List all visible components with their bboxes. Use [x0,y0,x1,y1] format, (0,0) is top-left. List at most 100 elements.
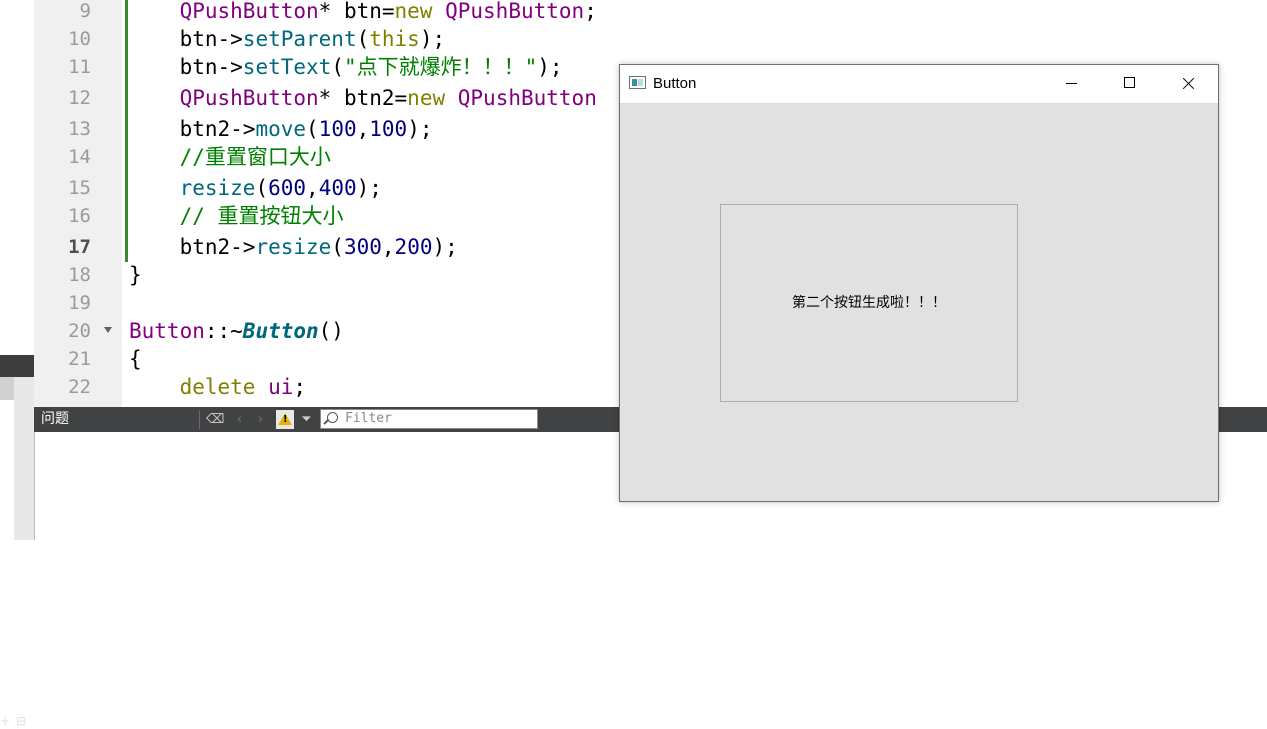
left-panel-toolbar: + ⊟ [0,355,34,728]
code-token: , [381,235,395,259]
code-token: resize [255,235,332,259]
line-number: 11 [68,56,91,78]
code-token: new [394,0,433,23]
line-number: 17 [68,236,91,258]
warning-filter-button[interactable]: ! [276,410,294,429]
maximize-button[interactable] [1101,65,1159,103]
second-push-button[interactable]: 第二个按钮生成啦！！！ [720,204,1018,402]
issues-title: 问题 [41,411,69,427]
line-number: 18 [68,264,91,286]
filter-input[interactable]: Filter [320,409,538,429]
filter-funnel-icon[interactable]: ⏷ [298,411,315,428]
code-token: ui [268,375,294,399]
code-token: () [318,319,344,343]
code-token: Button [242,319,319,343]
code-text: delete ui; [129,373,306,401]
minimize-button[interactable] [1043,65,1101,103]
left-panel-divider [0,377,14,400]
code-token: delete [179,375,256,399]
window-titlebar[interactable]: Button [620,65,1218,104]
line-number: 10 [68,28,91,50]
clean-icon[interactable]: ⌫ [206,411,224,428]
code-token: new [407,86,446,110]
code-token: ::~ [204,319,243,343]
code-token: "点下就爆炸！！！" [343,55,538,79]
fold-arrow-icon[interactable] [104,327,112,333]
code-token: ); [432,235,458,259]
code-line[interactable]: 9 QPushButton* btn=new QPushButton; [34,0,1267,25]
code-token: ); [407,117,433,141]
code-token: btn-> [129,55,243,79]
code-text: Button::~Button() [129,317,344,345]
code-token: 300 [343,235,382,259]
code-token: btn2-> [129,117,256,141]
code-token: ( [331,55,344,79]
code-token: ( [306,117,319,141]
code-text: } [129,261,142,289]
code-token: ( [356,27,370,51]
button-label: 第二个按钮生成啦！！！ [792,295,946,311]
code-text: btn->setText("点下就爆炸！！！"); [129,53,563,81]
line-number: 16 [68,205,91,227]
left-panel-lower [14,377,34,540]
code-token: 100 [369,117,408,141]
line-number: 21 [68,348,91,370]
code-token: // 重置按钮大小 [179,204,344,228]
collapse-icon[interactable]: ⊟ [16,713,26,729]
line-number: 9 [79,0,91,22]
code-text: btn->setParent(this); [129,25,446,53]
code-text: btn2->move(100,100); [129,115,433,143]
window-client-area: 第二个按钮生成啦！！！ [620,104,1218,501]
code-token: setParent [242,27,357,51]
code-text: // 重置按钮大小 [129,202,344,230]
code-token: , [306,176,319,200]
forward-icon[interactable]: › [252,411,269,428]
code-token: //重置窗口大小 [179,145,331,169]
code-token: * btn= [318,0,395,23]
line-number: 19 [68,292,91,314]
code-token: QPushButton [179,0,319,23]
filter-placeholder: Filter [345,411,392,426]
toolbar-separator [199,410,200,429]
left-side-panel: + ⊟ [0,0,34,728]
code-text: { [129,345,142,373]
code-token: * btn2= [318,86,408,110]
close-button[interactable] [1159,65,1217,103]
code-line[interactable]: 10 btn->setParent(this); [34,25,1267,53]
split-icon[interactable]: + [0,713,10,729]
code-token: ( [255,176,269,200]
left-panel-area [0,0,34,355]
line-number: 12 [68,87,91,109]
code-token: ); [537,55,563,79]
code-token: ; [293,375,307,399]
button-window[interactable]: Button 第二个按钮生成啦！！！ [619,64,1219,502]
code-token: 600 [268,176,307,200]
code-text: btn2->resize(300,200); [129,233,458,261]
code-token: } [129,263,142,287]
code-token: ( [331,235,344,259]
code-token: btn2-> [129,235,256,259]
code-token: , [356,117,370,141]
code-token: Button [129,319,205,343]
line-number: 13 [68,118,91,140]
code-token: move [255,117,307,141]
code-text: //重置窗口大小 [129,143,331,171]
line-number: 14 [68,146,91,168]
line-number: 15 [68,177,91,199]
line-number: 22 [68,376,91,398]
code-token: 400 [318,176,357,200]
code-token: ); [419,27,446,51]
back-icon[interactable]: ‹ [231,411,248,428]
search-icon [327,412,338,423]
code-token: this [369,27,420,51]
window-title: Button [653,75,697,92]
code-token: 100 [318,117,357,141]
code-text: QPushButton* btn=new QPushButton; [129,0,597,25]
